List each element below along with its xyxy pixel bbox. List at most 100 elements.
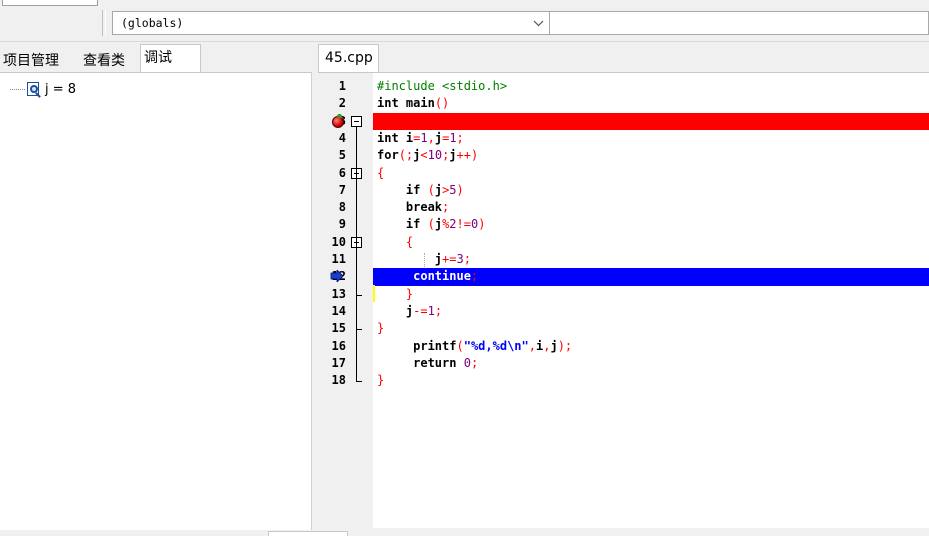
line-number[interactable]: 18 <box>318 372 346 389</box>
code-token: ( <box>427 217 435 232</box>
code-token: j <box>550 338 558 353</box>
toolbar-grip[interactable] <box>102 10 106 36</box>
code-line[interactable]: if (j>5) <box>373 182 929 199</box>
code-token: j <box>434 217 443 232</box>
code-line[interactable]: if (j%2!=0) <box>373 216 929 233</box>
code-editor[interactable]: 123456789101112131415161718 #include <st… <box>318 72 929 529</box>
tab-project-manager[interactable]: 项目管理 <box>0 47 62 72</box>
code-line[interactable]: { <box>373 234 929 251</box>
tab-debug[interactable]: 调试 <box>140 44 201 72</box>
tree-connector <box>10 88 25 90</box>
breakpoint-icon[interactable] <box>332 113 344 128</box>
code-line[interactable]: printf("%d,%d\n",i,j); <box>373 338 929 355</box>
toolbar-tab[interactable] <box>2 0 98 6</box>
line-number[interactable]: 5 <box>318 147 346 164</box>
code-token: ; <box>442 200 450 215</box>
member-combobox[interactable] <box>550 11 929 35</box>
code-token: } <box>377 321 385 336</box>
line-number[interactable]: 8 <box>318 199 346 216</box>
code-token: ); <box>557 338 573 353</box>
chevron-down-icon[interactable] <box>527 12 549 34</box>
code-line[interactable]: int i=1,j=1; <box>373 130 929 147</box>
line-number[interactable]: 17 <box>318 355 346 372</box>
status-cell <box>268 531 348 536</box>
code-token: 5 <box>449 182 457 197</box>
line-number[interactable]: 2 <box>318 95 346 112</box>
code-token: 1 <box>449 130 457 145</box>
code-token: #include <stdio.h> <box>377 79 508 93</box>
code-line[interactable]: } <box>373 372 929 389</box>
code-token: return <box>413 355 457 370</box>
code-line[interactable]: { <box>373 112 929 130</box>
tab-class-view[interactable]: 查看类 <box>80 47 128 72</box>
code-line[interactable]: #include <stdio.h> <box>373 78 929 95</box>
code-token: ; <box>434 303 443 318</box>
code-token: 2 <box>449 217 457 232</box>
code-token: (; <box>398 148 414 163</box>
fold-end <box>356 294 362 296</box>
code-token: { <box>405 234 414 249</box>
code-token: ) <box>478 217 486 232</box>
fold-end <box>356 329 362 331</box>
code-token: { <box>377 113 385 128</box>
line-number[interactable]: 1 <box>318 78 346 95</box>
code-token: "%d,%d\n" <box>463 338 529 353</box>
code-token: , <box>528 338 536 353</box>
line-number[interactable]: 15 <box>318 320 346 337</box>
code-token: j <box>449 148 457 163</box>
code-area[interactable]: #include <stdio.h> int main(){int i=1,j=1… <box>373 73 929 529</box>
code-token: ( <box>456 338 464 353</box>
tab-file[interactable]: 45.cpp <box>318 44 379 72</box>
line-number[interactable]: 14 <box>318 303 346 320</box>
fold-toggle-icon[interactable] <box>351 115 362 127</box>
line-number[interactable]: 16 <box>318 338 346 355</box>
code-token: ) <box>456 182 464 197</box>
code-token: ; <box>456 130 464 145</box>
line-number[interactable]: 13 <box>318 286 346 303</box>
code-line[interactable]: int main() <box>373 95 929 112</box>
code-line[interactable]: j-=1; <box>373 303 929 320</box>
code-line[interactable]: return 0; <box>373 355 929 372</box>
line-number[interactable]: 11 <box>318 251 346 268</box>
code-token: 1 <box>427 303 435 318</box>
code-token: ; <box>470 355 479 370</box>
code-line[interactable]: } <box>373 286 929 303</box>
line-number[interactable]: 4 <box>318 130 346 147</box>
line-number[interactable]: 10 <box>318 234 346 251</box>
code-line[interactable]: } <box>373 320 929 337</box>
line-number[interactable]: 7 <box>318 182 346 199</box>
scope-combobox[interactable]: (globals) <box>112 11 550 35</box>
code-token: { <box>377 165 385 180</box>
code-token: j <box>434 252 443 266</box>
execution-arrow-icon <box>330 269 344 284</box>
code-token: ( <box>427 182 435 197</box>
fold-end <box>356 381 362 383</box>
code-token: continue <box>413 269 471 284</box>
code-line[interactable]: for(;j<10;j++) <box>373 147 929 164</box>
editor-gutter[interactable]: 123456789101112131415161718 <box>318 73 373 529</box>
code-token: , <box>427 130 435 145</box>
code-line[interactable]: break; <box>373 199 929 216</box>
code-token: int <box>377 130 399 145</box>
code-token: ++) <box>456 148 479 163</box>
watch-item-text: j = 8 <box>45 81 77 97</box>
code-line[interactable]: continue; <box>373 268 929 303</box>
code-token: printf <box>377 338 457 353</box>
code-token: 3 <box>456 252 464 266</box>
code-line[interactable]: { <box>373 165 929 182</box>
code-line[interactable]: j+=3; <box>373 251 929 268</box>
fold-line <box>356 126 357 382</box>
line-number[interactable]: 6 <box>318 165 346 182</box>
watch-item[interactable]: j = 8 <box>10 80 76 98</box>
line-number[interactable]: 9 <box>318 216 346 233</box>
